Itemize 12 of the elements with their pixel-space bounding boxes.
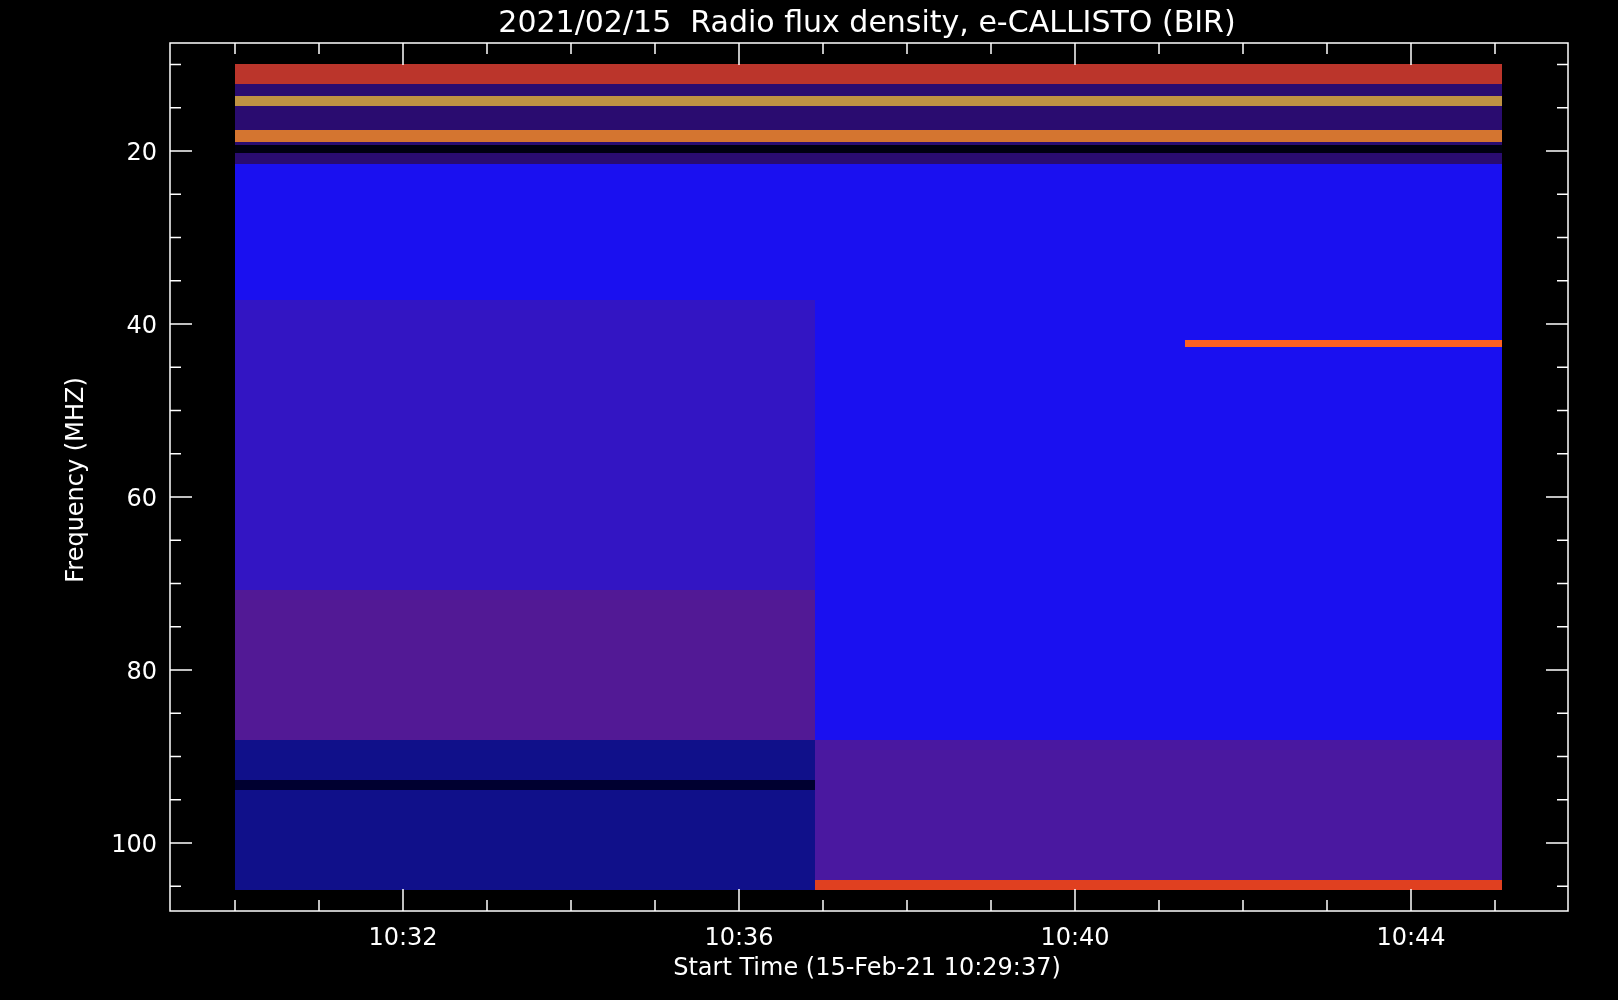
y-tick-label: 40	[126, 311, 157, 339]
x-axis-label: Start Time (15-Feb-21 10:29:37)	[673, 953, 1061, 981]
chart-title: 2021/02/15 Radio flux density, e-CALLISTO (BIR)	[498, 4, 1236, 39]
y-tick-label: 80	[126, 657, 157, 685]
x-tick-label: 10:32	[368, 923, 438, 951]
y-tick-label: 100	[111, 830, 157, 858]
y-axis-label: Frequency (MHZ)	[61, 377, 89, 583]
x-tick-label: 10:44	[1376, 923, 1446, 951]
y-tick-label: 60	[126, 484, 157, 512]
x-tick-label: 10:40	[1040, 923, 1110, 951]
y-tick-label: 20	[126, 138, 157, 166]
x-tick-label: 10:36	[704, 923, 774, 951]
